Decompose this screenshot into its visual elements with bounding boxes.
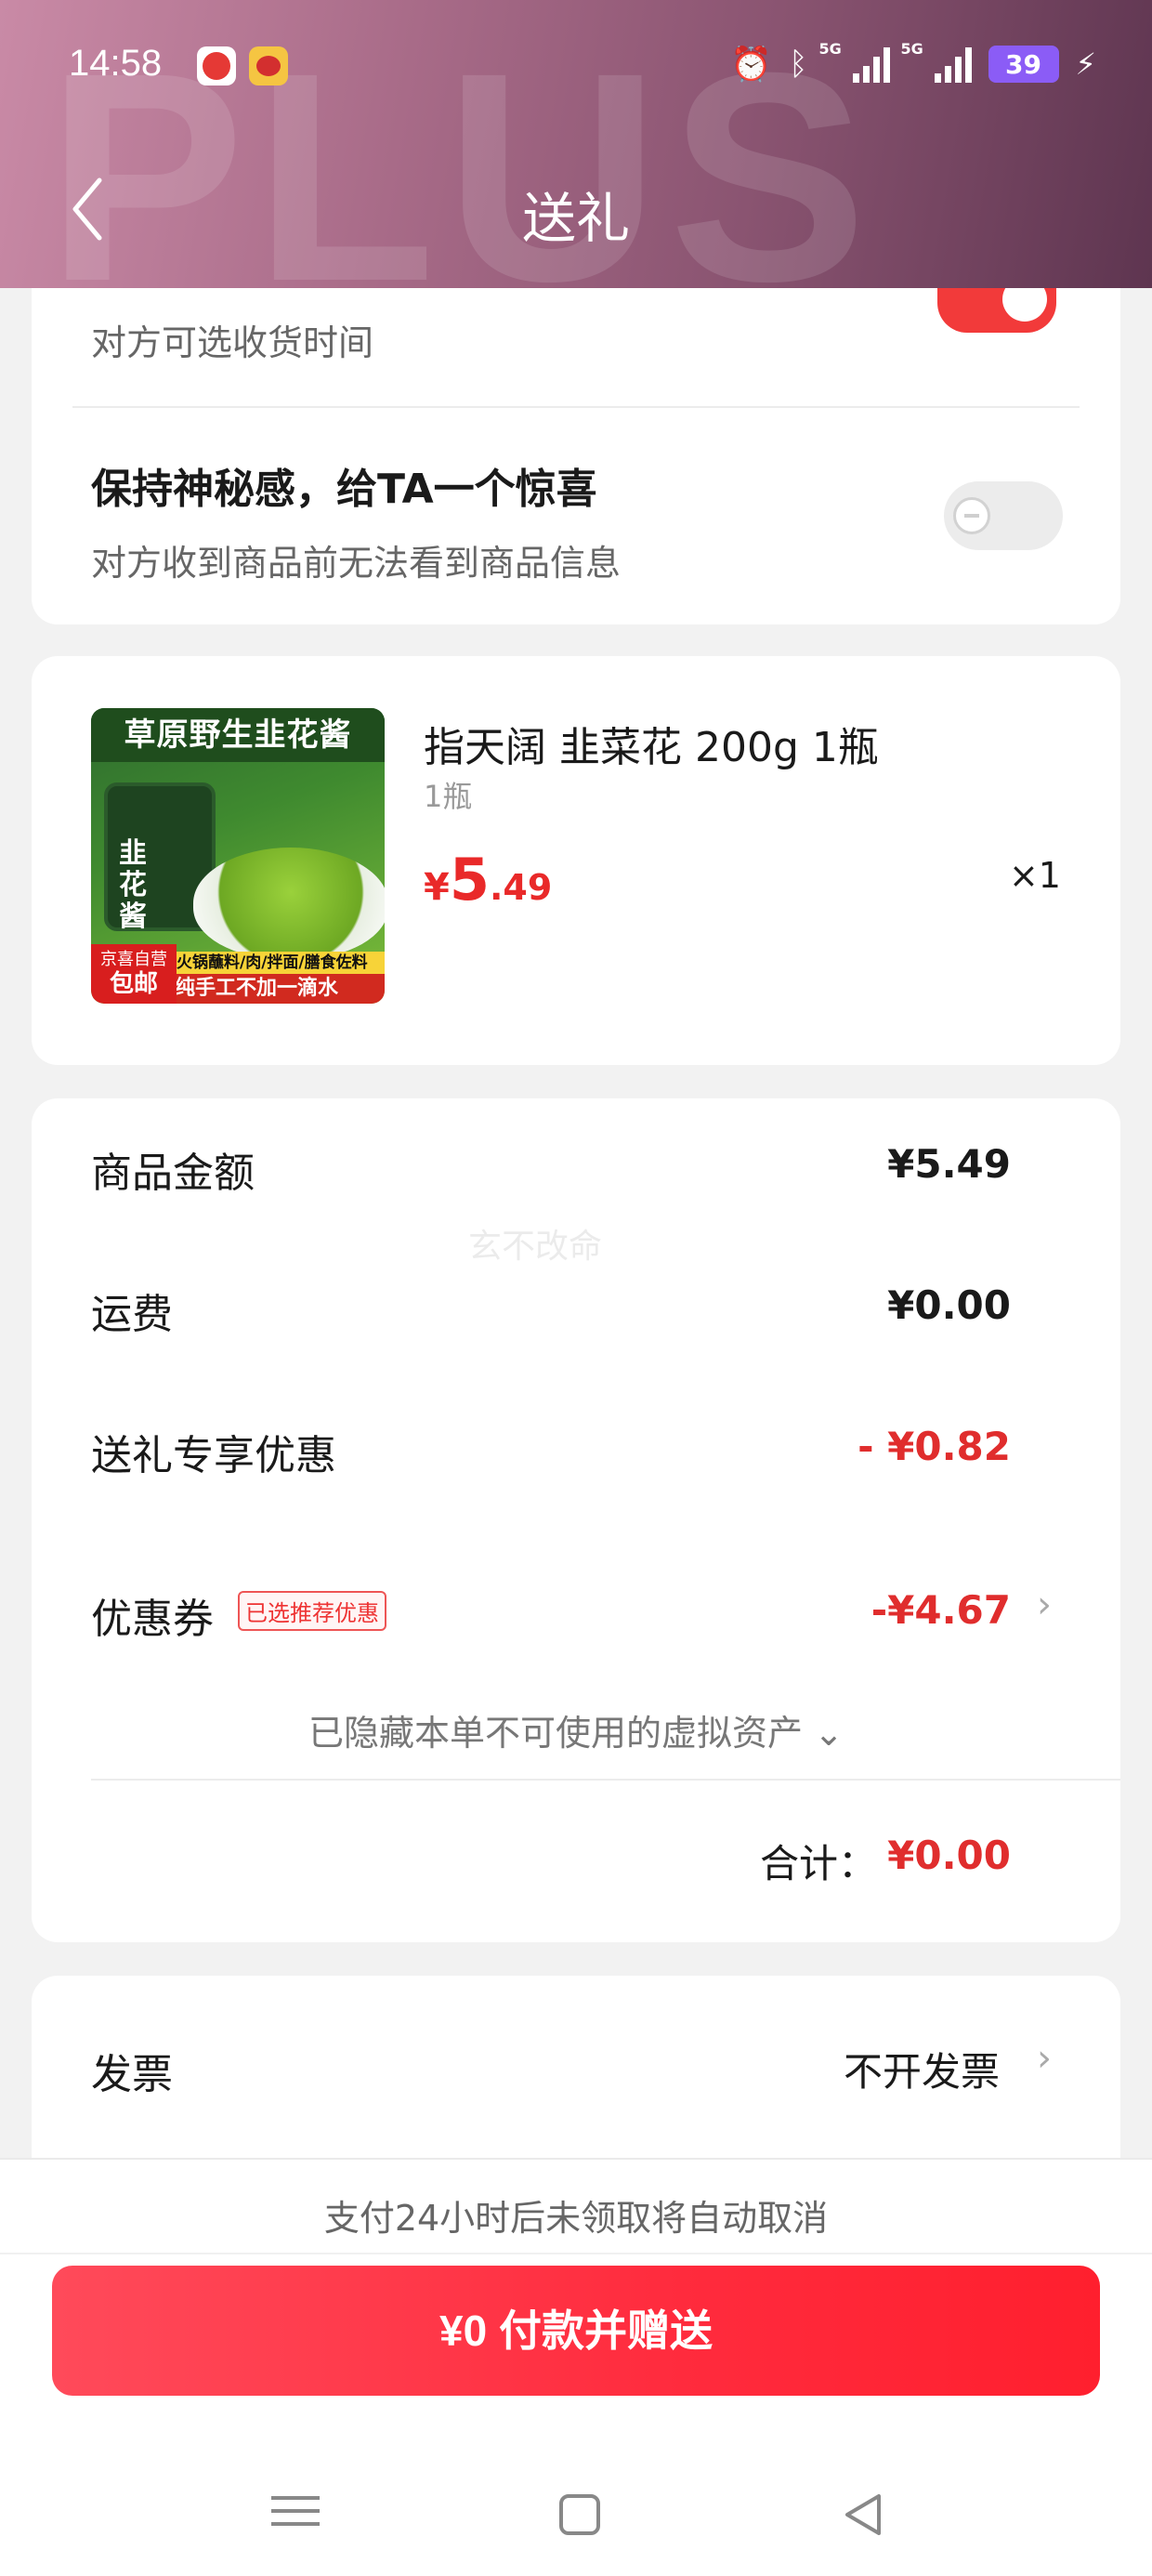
invoice-label: 发票 <box>91 2051 173 2098</box>
battery-icon: 39 <box>988 46 1059 83</box>
divider <box>72 406 1080 408</box>
gift-discount-label: 送礼专享优惠 <box>91 1432 336 1479</box>
surprise-subtitle: 对方收到商品前无法看到商品信息 <box>91 543 622 584</box>
bluetooth-icon: ᛒ <box>789 46 808 83</box>
app-notification-icon <box>197 46 236 85</box>
product-image-banner: 草原野生韭花酱 <box>91 708 385 762</box>
price-summary-card: 玄不改命 商品金额 ¥5.49 运费 ¥0.00 送礼专享优惠 - ¥0.82 … <box>32 1098 1120 1942</box>
page-title: 送礼 <box>521 187 630 250</box>
divider <box>0 2253 1152 2254</box>
price-integer: 5 <box>449 846 490 913</box>
chevron-right-icon[interactable]: › <box>1037 1584 1052 1626</box>
menu-icon[interactable] <box>268 2487 323 2543</box>
weibo-icon <box>249 46 288 85</box>
product-card: 草原野生韭花酱 韭花酱 火锅蘸料/肉/拌面/膳食佐料 纯手工不加一滴水 京喜自营… <box>32 656 1120 1065</box>
price-currency: ¥ <box>424 866 450 909</box>
price-decimal: .49 <box>489 867 553 908</box>
shipping-value: ¥0.00 <box>887 1282 1011 1328</box>
invoice-card[interactable]: 发票 不开发票 › <box>32 1976 1120 2162</box>
product-bowl <box>193 848 385 959</box>
faint-watermark: 玄不改命 <box>468 1228 603 1266</box>
hidden-assets-toggle[interactable]: 已隐藏本单不可使用的虚拟资产 ⌄ <box>32 1704 1120 1755</box>
coupon-value[interactable]: -¥4.67 <box>871 1587 1011 1633</box>
network-type-2: 5G <box>900 40 923 58</box>
chevron-right-icon[interactable]: › <box>1037 2037 1052 2080</box>
badge-main: 包邮 <box>109 970 158 998</box>
product-jar-label: 韭花酱 <box>119 837 147 933</box>
product-image-stripe: 火锅蘸料/肉/拌面/膳食佐料 <box>171 952 385 974</box>
product-price: ¥5.49 <box>424 846 552 913</box>
delivery-time-label: 对方可选收货时间 <box>91 322 374 363</box>
gift-options-card: 对方可选收货时间 保持神秘感，给TA一个惊喜 对方收到商品前无法看到商品信息 <box>32 269 1120 624</box>
back-triangle-icon[interactable] <box>836 2487 892 2543</box>
product-spec: 1瓶 <box>424 779 473 814</box>
goods-amount-label: 商品金额 <box>91 1150 255 1197</box>
pay-and-gift-button[interactable]: ¥0 付款并赠送 <box>52 2266 1100 2396</box>
coupon-tag: 已选推荐优惠 <box>238 1591 386 1631</box>
goods-amount-value: ¥5.49 <box>887 1141 1011 1187</box>
product-quantity: ×1 <box>1008 855 1061 896</box>
header: PLUS 14:58 ⏰ ᛒ 5G 5G 39 ⚡ 送礼 <box>0 0 1152 288</box>
surprise-title: 保持神秘感，给TA一个惊喜 <box>91 466 597 513</box>
total-value: ¥0.00 <box>887 1833 1011 1878</box>
shipping-label: 运费 <box>91 1291 173 1338</box>
bottom-bar: 支付24小时后未领取将自动取消 ¥0 付款并赠送 <box>0 2158 1152 2576</box>
coupon-label: 优惠券 <box>91 1596 214 1643</box>
signal-icon: 5G <box>819 40 890 83</box>
charging-icon: ⚡ <box>1075 46 1096 82</box>
product-name[interactable]: 指天阔 韭菜花 200g 1瓶 <box>424 714 879 773</box>
status-time: 14:58 <box>69 43 163 84</box>
total-label: 合计： <box>759 1841 877 1886</box>
gift-discount-value: - ¥0.82 <box>857 1424 1011 1469</box>
status-icons: ⏰ ᛒ 5G 5G 39 ⚡ <box>730 40 1096 87</box>
network-type: 5G <box>818 40 842 58</box>
signal-icon-2: 5G <box>901 40 972 83</box>
divider <box>91 1779 1120 1781</box>
surprise-toggle[interactable] <box>944 481 1063 550</box>
invoice-value: 不开发票 <box>843 2049 1000 2095</box>
badge-top: 京喜自营 <box>100 950 167 969</box>
product-image-slogan: 纯手工不加一滴水 <box>171 974 385 1004</box>
status-bar: 14:58 ⏰ ᛒ 5G 5G 39 ⚡ <box>0 0 1152 139</box>
system-nav-bar <box>0 2457 1152 2576</box>
auto-cancel-notice: 支付24小时后未领取将自动取消 <box>323 2198 829 2239</box>
alarm-icon: ⏰ <box>730 46 773 84</box>
home-icon[interactable] <box>552 2487 608 2543</box>
toggle-knob <box>953 497 990 534</box>
free-shipping-badge: 京喜自营 包邮 <box>91 944 177 1004</box>
product-image[interactable]: 草原野生韭花酱 韭花酱 火锅蘸料/肉/拌面/膳食佐料 纯手工不加一滴水 京喜自营… <box>91 708 385 1004</box>
